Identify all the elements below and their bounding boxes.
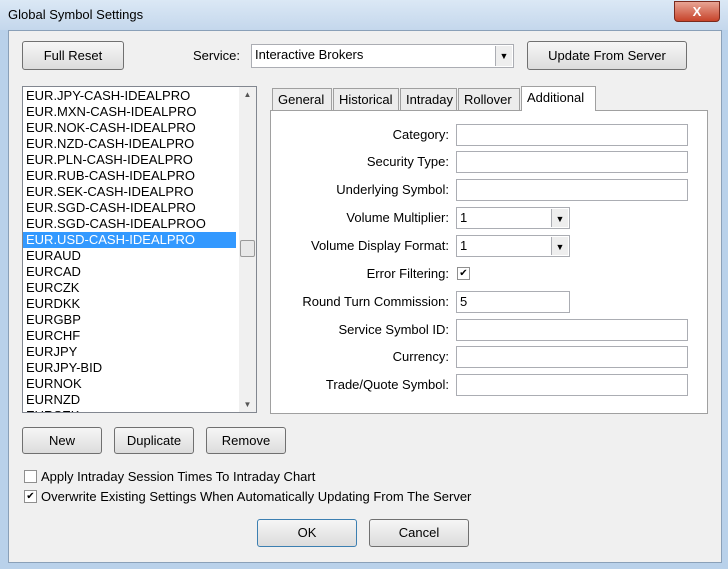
symbol-list[interactable]: EUR.JPY-CASH-IDEALPRO EUR.MXN-CASH-IDEALP… — [22, 86, 257, 413]
symbol-list-item[interactable]: EUR.SGD-CASH-IDEALPROO — [23, 216, 236, 232]
error-filtering-checkbox[interactable]: ✔ — [457, 267, 470, 280]
security-type-label: Security Type: — [366, 154, 449, 169]
trade-quote-input[interactable] — [456, 374, 688, 396]
scroll-up-icon[interactable]: ▲ — [239, 90, 256, 99]
tab-general[interactable]: General — [272, 88, 332, 110]
volume-format-label: Volume Display Format: — [311, 238, 449, 253]
security-type-input[interactable] — [456, 151, 688, 173]
duplicate-button[interactable]: Duplicate — [114, 427, 194, 454]
symbol-list-item[interactable]: EURCAD — [23, 264, 236, 280]
symbol-list-item[interactable]: EURSEK — [23, 408, 236, 412]
category-label: Category: — [392, 127, 449, 142]
category-input[interactable] — [456, 124, 688, 146]
scrollbar[interactable]: ▲ ▼ — [239, 87, 256, 412]
update-from-server-button[interactable]: Update From Server — [527, 41, 687, 70]
symbol-list-item[interactable]: EUR.NOK-CASH-IDEALPRO — [23, 120, 236, 136]
symbol-list-item[interactable]: EUR.NZD-CASH-IDEALPRO — [23, 136, 236, 152]
symbol-list-item[interactable]: EUR.SEK-CASH-IDEALPRO — [23, 184, 236, 200]
volume-multiplier-select[interactable]: 1 ▼ — [456, 207, 570, 229]
ok-button[interactable]: OK — [257, 519, 357, 547]
field-value: 1 — [460, 210, 468, 225]
currency-input[interactable] — [456, 346, 688, 368]
close-button[interactable]: X — [674, 1, 720, 22]
tab-historical[interactable]: Historical — [333, 88, 399, 110]
commission-label: Round Turn Commission: — [302, 294, 449, 309]
title-bar: Global Symbol Settings X — [0, 0, 728, 30]
symbol-list-item[interactable]: EURDKK — [23, 296, 236, 312]
tab-rollover[interactable]: Rollover — [458, 88, 520, 110]
service-symbol-id-input[interactable] — [456, 319, 688, 341]
underlying-input[interactable] — [456, 179, 688, 201]
currency-label: Currency: — [392, 349, 449, 364]
symbol-list-item[interactable]: EURNOK — [23, 376, 236, 392]
chevron-down-icon[interactable]: ▼ — [495, 46, 512, 66]
symbol-list-item[interactable]: EUR.USD-CASH-IDEALPRO — [23, 232, 236, 248]
trade-quote-label: Trade/Quote Symbol: — [325, 377, 449, 392]
symbol-list-item[interactable]: EURGBP — [23, 312, 236, 328]
symbol-list-item[interactable]: EURJPY — [23, 344, 236, 360]
symbol-list-item[interactable]: EUR.JPY-CASH-IDEALPRO — [23, 88, 236, 104]
symbol-list-item[interactable]: EURCZK — [23, 280, 236, 296]
symbol-list-item[interactable]: EURCHF — [23, 328, 236, 344]
symbol-list-item[interactable]: EUR.MXN-CASH-IDEALPRO — [23, 104, 236, 120]
symbol-list-item[interactable]: EUR.PLN-CASH-IDEALPRO — [23, 152, 236, 168]
field-value: 5 — [460, 294, 468, 309]
symbol-list-item[interactable]: EUR.SGD-CASH-IDEALPRO — [23, 200, 236, 216]
window-title: Global Symbol Settings — [8, 7, 144, 22]
volume-format-select[interactable]: 1 ▼ — [456, 235, 570, 257]
overwrite-checkbox[interactable]: ✔ — [24, 490, 37, 503]
error-filtering-label: Error Filtering: — [366, 266, 449, 281]
apply-intraday-checkbox[interactable] — [24, 470, 37, 483]
symbol-list-item[interactable]: EUR.RUB-CASH-IDEALPRO — [23, 168, 236, 184]
new-button[interactable]: New — [22, 427, 102, 454]
cancel-button[interactable]: Cancel — [369, 519, 469, 547]
full-reset-button[interactable]: Full Reset — [22, 41, 124, 70]
service-label: Service: — [193, 48, 240, 63]
symbol-list-item[interactable]: EURNZD — [23, 392, 236, 408]
overwrite-label: Overwrite Existing Settings When Automat… — [41, 489, 472, 504]
commission-input[interactable]: 5 — [456, 291, 570, 313]
scroll-down-icon[interactable]: ▼ — [239, 400, 256, 409]
chevron-down-icon[interactable]: ▼ — [551, 237, 568, 255]
scrollbar-thumb[interactable] — [240, 240, 255, 257]
volume-multiplier-label: Volume Multiplier: — [346, 210, 449, 225]
service-symbol-id-label: Service Symbol ID: — [338, 322, 449, 337]
symbol-list-item[interactable]: EURJPY-BID — [23, 360, 236, 376]
tab-intraday[interactable]: Intraday — [400, 88, 457, 110]
remove-button[interactable]: Remove — [206, 427, 286, 454]
service-select[interactable]: Interactive Brokers ▼ — [251, 44, 514, 68]
underlying-label: Underlying Symbol: — [336, 182, 449, 197]
field-value: 1 — [460, 238, 468, 253]
symbol-list-item[interactable]: EURAUD — [23, 248, 236, 264]
tab-additional[interactable]: Additional — [521, 86, 596, 111]
service-value: Interactive Brokers — [255, 47, 364, 62]
apply-intraday-label: Apply Intraday Session Times To Intraday… — [41, 469, 316, 484]
chevron-down-icon[interactable]: ▼ — [551, 209, 568, 227]
